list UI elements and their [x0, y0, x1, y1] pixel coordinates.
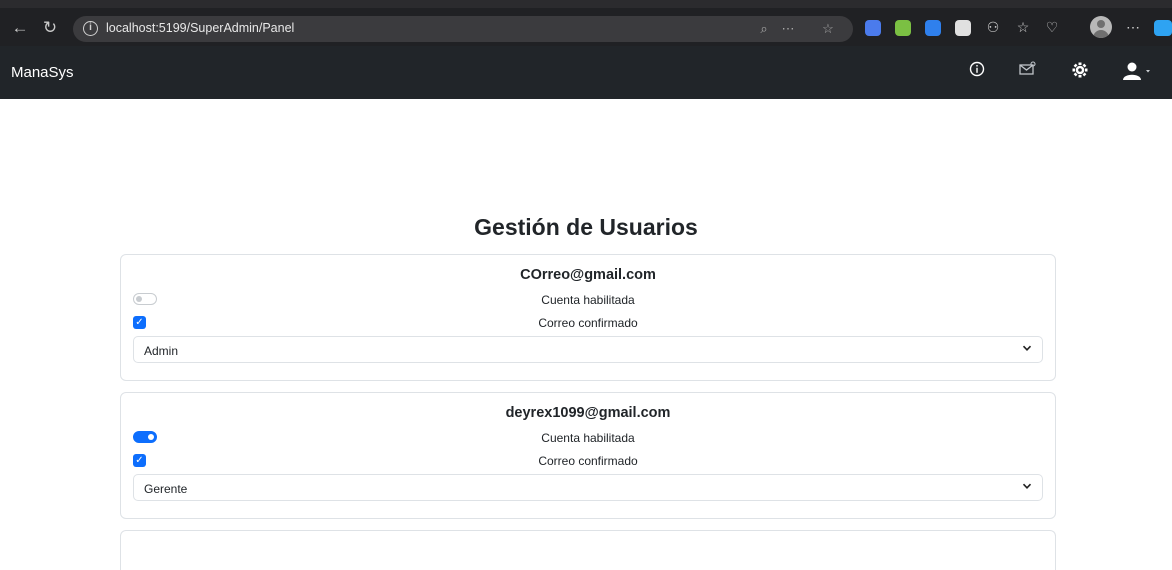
brand-link[interactable]: ManaSys [11, 64, 74, 81]
copilot-icon[interactable] [1154, 20, 1172, 36]
extension-icon-4[interactable] [955, 20, 971, 36]
extension-icon-2[interactable] [895, 20, 911, 36]
user-email: deyrex1099@gmail.com [505, 405, 671, 421]
info-icon[interactable] [965, 61, 989, 85]
email-confirmed-label: Correo confirmado [538, 316, 638, 330]
chevron-down-icon [1022, 343, 1032, 353]
more-menu-icon[interactable]: ⋯ [1123, 17, 1143, 37]
gear-icon[interactable] [1068, 61, 1092, 85]
role-select-value: Gerente [144, 482, 188, 496]
mail-icon[interactable] [1015, 61, 1039, 85]
user-card: COrreo@gmail.com Cuenta habilitada ✓ Cor… [120, 254, 1056, 381]
account-enabled-label: Cuenta habilitada [541, 431, 635, 445]
role-select-value: Admin [144, 344, 179, 358]
browser-toolbar: ← ↻ i localhost:5199/SuperAdmin/Panel ⌕ … [0, 0, 1172, 46]
extensions-icon[interactable]: ⚇ [983, 17, 1003, 37]
role-select[interactable]: Gerente [133, 474, 1043, 501]
email-confirmed-label: Correo confirmado [538, 454, 638, 468]
user-card: deyrex1099@gmail.com Cuenta habilitada ✓… [120, 392, 1056, 519]
chevron-down-icon [1022, 481, 1032, 491]
favorites-icon[interactable]: ☆ [1013, 17, 1033, 37]
user-card [120, 530, 1056, 570]
health-icon[interactable]: ♡ [1042, 17, 1062, 37]
address-bar[interactable]: i localhost:5199/SuperAdmin/Panel ⌕ ⋯ ☆ [73, 16, 853, 42]
back-icon[interactable]: ← [10, 18, 30, 38]
page-title: Gestión de Usuarios [474, 214, 698, 240]
browser-tab-strip [0, 0, 1172, 8]
favorite-star-icon[interactable]: ☆ [820, 21, 836, 37]
refresh-icon[interactable]: ↻ [40, 18, 60, 38]
extension-icon-1[interactable] [865, 20, 881, 36]
user-email: COrreo@gmail.com [520, 267, 656, 283]
url-text[interactable]: localhost:5199/SuperAdmin/Panel [106, 21, 294, 35]
reader-icon[interactable]: ⋯ [780, 21, 796, 37]
account-enabled-label: Cuenta habilitada [541, 293, 635, 307]
app-navbar: ManaSys [0, 46, 1172, 99]
zoom-icon[interactable]: ⌕ [756, 21, 772, 37]
role-select[interactable]: Admin [133, 336, 1043, 363]
user-menu-icon[interactable] [1121, 61, 1150, 85]
profile-avatar-icon[interactable] [1090, 16, 1112, 38]
site-info-icon[interactable]: i [83, 21, 98, 36]
extension-icon-3[interactable] [925, 20, 941, 36]
